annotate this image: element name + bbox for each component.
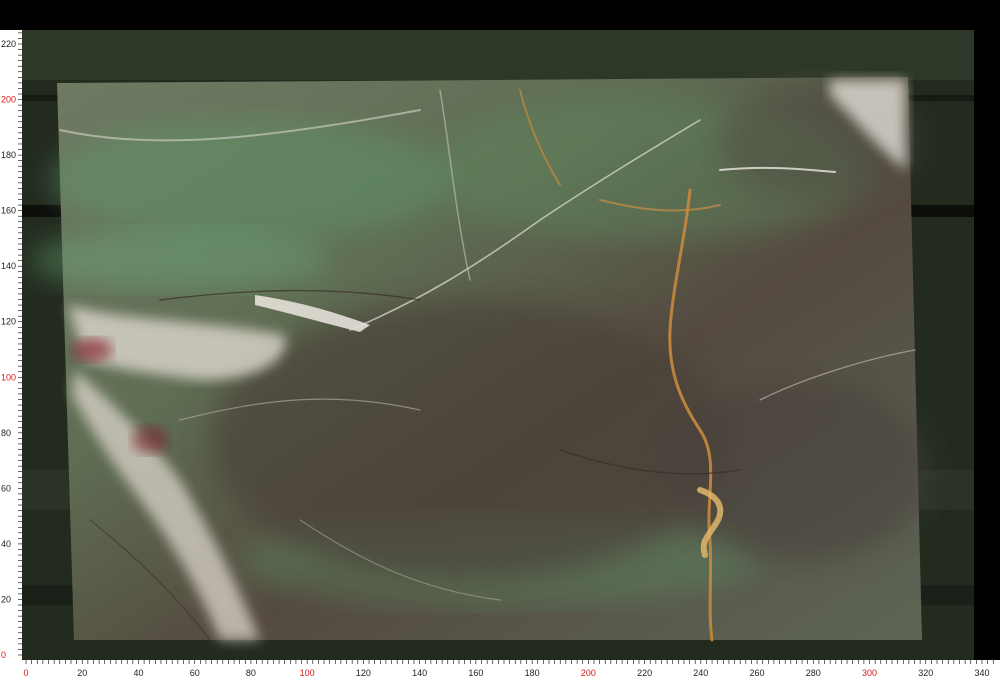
ruler-label: 40 (1, 539, 11, 549)
ruler-label: 220 (637, 668, 652, 678)
ruler-label: 240 (693, 668, 708, 678)
ruler-label: 120 (1, 317, 16, 327)
ruler-label: 140 (412, 668, 427, 678)
ruler-label: 180 (1, 150, 16, 160)
green-wash (30, 230, 330, 290)
ruler-label: 180 (525, 668, 540, 678)
ruler-label: 200 (1, 95, 16, 105)
red-accent (72, 338, 112, 362)
ruler-label: 160 (1, 206, 16, 216)
backdrop-band (22, 30, 974, 80)
ruler-label: 100 (300, 668, 315, 678)
red-accent (132, 426, 168, 454)
ruler-label: 120 (356, 668, 371, 678)
ruler-label: 20 (1, 594, 11, 604)
ruler-label: 300 (862, 668, 877, 678)
ruler-label: 140 (1, 261, 16, 271)
ruler-label: 160 (468, 668, 483, 678)
ruler-label: 320 (918, 668, 933, 678)
ruler-label: 260 (750, 668, 765, 678)
ruler-label: 200 (581, 668, 596, 678)
ruler-label: 0 (1, 650, 6, 660)
ruler-label: 340 (974, 668, 989, 678)
ruler-label: 60 (1, 483, 11, 493)
ruler-label: 40 (133, 668, 143, 678)
ruler-left (0, 30, 22, 660)
ruler-label: 100 (1, 372, 16, 382)
ruler-label: 60 (190, 668, 200, 678)
ruler-label: 80 (1, 428, 11, 438)
ruler-label: 20 (77, 668, 87, 678)
ruler-label: 220 (1, 39, 16, 49)
ruler-label: 280 (806, 668, 821, 678)
marble-slab (30, 77, 930, 642)
dark-wash (210, 300, 730, 580)
ruler-label: 80 (246, 668, 256, 678)
marble-slab-photo: 220200180160140120100806040200 0 20 40 60 80… (0, 30, 1000, 682)
ruler-label: 0 (23, 668, 28, 678)
